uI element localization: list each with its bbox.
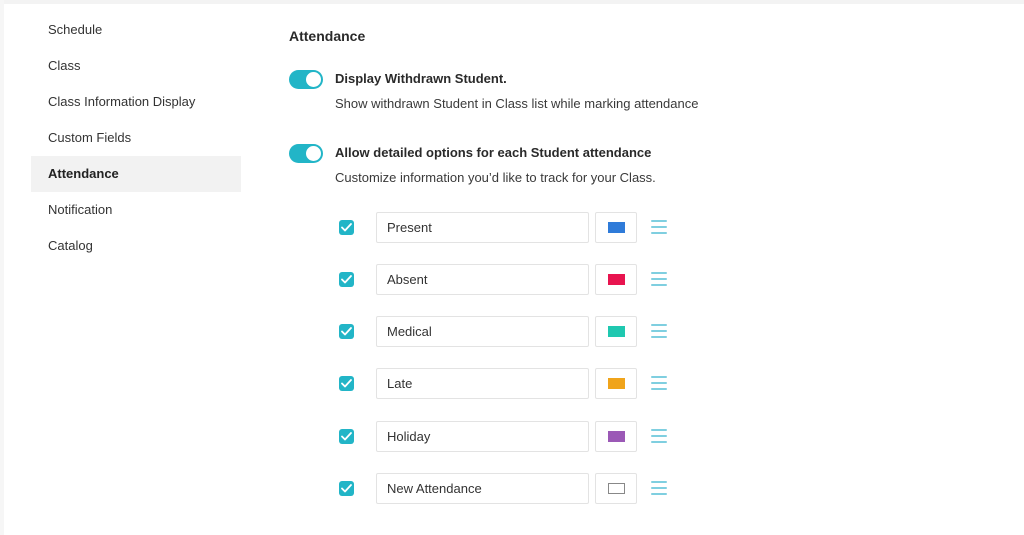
color-swatch (608, 274, 625, 285)
check-icon (341, 275, 352, 284)
option-color-picker[interactable] (595, 212, 637, 243)
sidebar-item-catalog[interactable]: Catalog (31, 228, 241, 264)
display-withdrawn-toggle[interactable] (289, 70, 323, 89)
page-title: Attendance (289, 28, 366, 44)
option-name-input[interactable] (376, 473, 589, 504)
drag-handle-icon[interactable] (651, 429, 667, 443)
option-checkbox[interactable] (339, 272, 354, 287)
option-checkbox[interactable] (339, 324, 354, 339)
setting-description: Customize information you’d like to trac… (335, 170, 656, 185)
setting-description: Show withdrawn Student in Class list whi… (335, 96, 699, 111)
setting-label: Allow detailed options for each Student … (335, 145, 652, 160)
drag-handle-icon[interactable] (651, 272, 667, 286)
option-checkbox[interactable] (339, 376, 354, 391)
sidebar-item-custom-fields[interactable]: Custom Fields (31, 120, 241, 156)
option-checkbox[interactable] (339, 481, 354, 496)
setting-label: Display Withdrawn Student. (335, 71, 507, 86)
settings-sidebar: Schedule Class Class Information Display… (31, 12, 241, 264)
detailed-options-toggle[interactable] (289, 144, 323, 163)
color-swatch (608, 326, 625, 337)
option-name-input[interactable] (376, 264, 589, 295)
color-swatch (608, 222, 625, 233)
drag-handle-icon[interactable] (651, 324, 667, 338)
sidebar-item-class-information-display[interactable]: Class Information Display (31, 84, 241, 120)
option-name-input[interactable] (376, 212, 589, 243)
option-name-input[interactable] (376, 316, 589, 347)
check-icon (341, 327, 352, 336)
sidebar-item-attendance[interactable]: Attendance (31, 156, 241, 192)
check-icon (341, 432, 352, 441)
check-icon (341, 484, 352, 493)
drag-handle-icon[interactable] (651, 220, 667, 234)
toggle-knob (306, 146, 321, 161)
option-name-input[interactable] (376, 368, 589, 399)
option-checkbox[interactable] (339, 429, 354, 444)
sidebar-item-notification[interactable]: Notification (31, 192, 241, 228)
drag-handle-icon[interactable] (651, 376, 667, 390)
drag-handle-icon[interactable] (651, 481, 667, 495)
toggle-knob (306, 72, 321, 87)
check-icon (341, 223, 352, 232)
option-color-picker[interactable] (595, 368, 637, 399)
option-color-picker[interactable] (595, 421, 637, 452)
option-color-picker[interactable] (595, 316, 637, 347)
option-color-picker[interactable] (595, 473, 637, 504)
sidebar-item-schedule[interactable]: Schedule (31, 12, 241, 48)
color-swatch (608, 483, 625, 494)
left-edge (0, 0, 4, 535)
option-checkbox[interactable] (339, 220, 354, 235)
color-swatch (608, 431, 625, 442)
check-icon (341, 379, 352, 388)
option-color-picker[interactable] (595, 264, 637, 295)
color-swatch (608, 378, 625, 389)
top-edge (0, 0, 1024, 4)
sidebar-item-class[interactable]: Class (31, 48, 241, 84)
option-name-input[interactable] (376, 421, 589, 452)
